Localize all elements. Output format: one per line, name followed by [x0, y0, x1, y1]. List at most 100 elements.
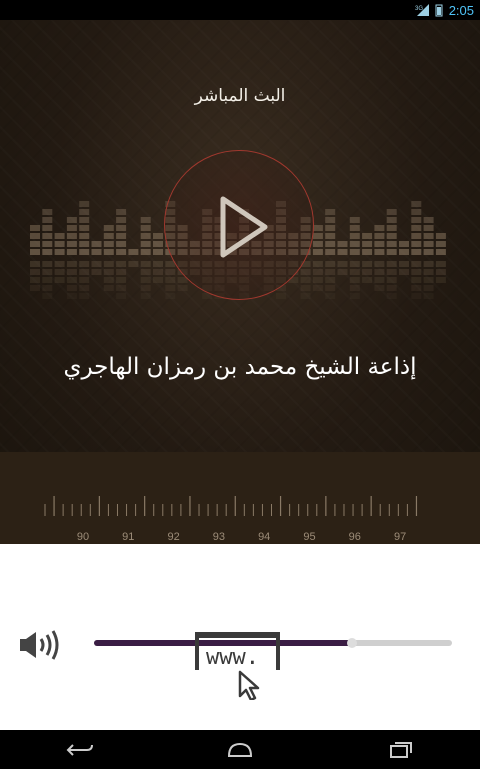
frequency-label: 95 — [303, 531, 315, 543]
equalizer-reflection-cell — [411, 293, 422, 299]
equalizer-reflection-cell — [30, 269, 40, 275]
equalizer-cell — [325, 233, 336, 239]
equalizer-cell — [30, 249, 40, 255]
equalizer-reflection-cell — [66, 293, 77, 299]
equalizer-cell — [374, 249, 385, 255]
equalizer-cell — [103, 249, 114, 255]
equalizer-reflection-cell — [79, 277, 90, 283]
equalizer-cell — [386, 249, 397, 255]
live-title: البث المباشر — [194, 86, 286, 106]
equalizer-cell — [374, 233, 385, 239]
equalizer-cell — [411, 201, 422, 207]
equalizer-reflection-cell — [362, 261, 373, 267]
equalizer-cell — [423, 217, 434, 223]
player-area: البث المباشر إذاعة الشيخ محمد بن رمزان ا… — [0, 20, 480, 544]
station-name: إذاعة الشيخ محمد بن رمزان الهاجري — [63, 354, 417, 380]
equalizer-cell — [42, 241, 53, 247]
web-link-icon[interactable]: www. — [194, 630, 284, 700]
equalizer-cell — [411, 233, 422, 239]
equalizer-reflection-cell — [116, 277, 127, 283]
equalizer-reflection-cell — [374, 277, 385, 283]
equalizer-reflection-cell — [30, 277, 40, 283]
equalizer-cell — [374, 225, 385, 231]
equalizer-cell — [337, 249, 348, 255]
frequency-dial[interactable]: 90 91 92 93 94 95 96 97 — [0, 452, 480, 544]
frequency-label: 92 — [167, 531, 179, 543]
equalizer-cell — [42, 249, 53, 255]
equalizer-reflection-cell — [128, 261, 139, 267]
equalizer-reflection-cell — [435, 269, 446, 275]
equalizer-cell — [116, 233, 127, 239]
equalizer-cell — [79, 249, 90, 255]
equalizer-reflection-cell — [66, 277, 77, 283]
play-icon — [220, 196, 268, 258]
equalizer-cell — [103, 233, 114, 239]
equalizer-cell — [325, 241, 336, 247]
equalizer-reflection-cell — [362, 269, 373, 275]
equalizer-reflection-cell — [103, 269, 114, 275]
equalizer-cell — [116, 225, 127, 231]
equalizer-cell — [140, 249, 151, 255]
play-button[interactable] — [164, 150, 314, 300]
equalizer-cell — [91, 249, 102, 255]
equalizer-reflection-cell — [325, 285, 336, 291]
volume-icon[interactable] — [18, 628, 62, 662]
network-icon: 3G — [415, 4, 429, 16]
equalizer-reflection-cell — [423, 261, 434, 267]
equalizer-cell — [140, 217, 151, 223]
equalizer-cell — [411, 241, 422, 247]
equalizer-cell — [66, 241, 77, 247]
equalizer-reflection-cell — [411, 277, 422, 283]
equalizer-cell — [42, 217, 53, 223]
equalizer-reflection-cell — [423, 277, 434, 283]
equalizer-cell — [116, 241, 127, 247]
equalizer-reflection-cell — [399, 269, 409, 275]
recent-apps-button[interactable] — [370, 735, 430, 765]
equalizer-cell — [325, 209, 336, 215]
battery-icon — [435, 4, 443, 17]
equalizer-cell — [79, 209, 90, 215]
control-panel: www. — [0, 544, 480, 730]
equalizer-cell — [362, 233, 373, 239]
equalizer-cell — [79, 241, 90, 247]
equalizer-reflection-cell — [91, 269, 102, 275]
equalizer-cell — [349, 217, 360, 223]
equalizer-reflection-cell — [153, 261, 163, 267]
home-button[interactable] — [210, 735, 270, 765]
equalizer-reflection-cell — [325, 261, 336, 267]
equalizer-reflection-cell — [386, 293, 397, 299]
equalizer-reflection-cell — [337, 269, 348, 275]
equalizer-cell — [153, 241, 163, 247]
equalizer-reflection-cell — [91, 261, 102, 267]
equalizer-reflection-cell — [349, 261, 360, 267]
status-bar: 3G 2:05 — [0, 0, 480, 20]
equalizer-cell — [423, 233, 434, 239]
equalizer-reflection-cell — [325, 277, 336, 283]
equalizer-reflection-cell — [116, 285, 127, 291]
equalizer-cell — [411, 225, 422, 231]
equalizer-reflection-cell — [411, 261, 422, 267]
back-button[interactable] — [50, 735, 110, 765]
equalizer-cell — [79, 233, 90, 239]
equalizer-reflection-cell — [349, 285, 360, 291]
equalizer-reflection-cell — [79, 261, 90, 267]
equalizer-reflection-cell — [423, 293, 434, 299]
frequency-label: 91 — [122, 531, 134, 543]
recent-apps-icon — [390, 741, 412, 758]
equalizer-reflection-cell — [42, 293, 53, 299]
equalizer-cell — [153, 249, 163, 255]
equalizer-reflection-cell — [140, 293, 151, 299]
equalizer-reflection-cell — [79, 269, 90, 275]
equalizer-reflection-cell — [30, 261, 40, 267]
equalizer-cell — [91, 241, 102, 247]
equalizer-cell — [54, 241, 65, 247]
frequency-label: 93 — [213, 531, 225, 543]
equalizer-reflection-cell — [349, 269, 360, 275]
equalizer-cell — [423, 241, 434, 247]
equalizer-reflection-cell — [116, 293, 127, 299]
equalizer-cell — [423, 225, 434, 231]
equalizer-reflection-cell — [42, 261, 53, 267]
equalizer-cell — [337, 241, 348, 247]
progress-thumb[interactable] — [346, 638, 357, 648]
equalizer-cell — [140, 225, 151, 231]
